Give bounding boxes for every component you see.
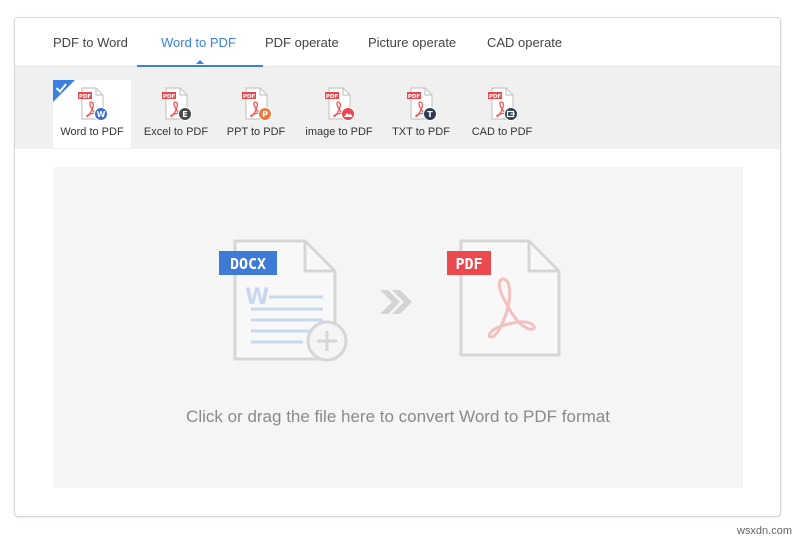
pdf-mini-tag: PDF — [489, 94, 502, 100]
pdf-mini-tag: PDF — [163, 94, 176, 100]
pdf-file-icon: PDF — [447, 239, 561, 357]
svg-text:E: E — [182, 110, 187, 119]
svg-text:P: P — [262, 110, 268, 119]
tool-label: image to PDF — [305, 126, 373, 138]
w-letter-icon: W — [245, 285, 269, 310]
selected-check-icon — [53, 80, 75, 102]
pdf-mini-tag: PDF — [79, 94, 92, 100]
tool-label: Word to PDF — [60, 126, 124, 138]
pdf-mini-tag: PDF — [326, 94, 339, 100]
cad-to-pdf-icon: PDF — [488, 87, 518, 121]
tool-ppt-to-pdf[interactable]: PDF P PPT to PDF — [217, 80, 295, 148]
tool-label: PPT to PDF — [226, 126, 286, 138]
docx-file-icon: DOCX W — [219, 239, 348, 362]
tool-txt-to-pdf[interactable]: PDF T TXT to PDF — [382, 80, 460, 148]
watermark: wsxdn.com — [736, 525, 792, 537]
main-tab-bar: PDF to Word Word to PDF PDF operate Pict… — [15, 18, 780, 67]
svg-text:T: T — [427, 110, 433, 119]
docx-tag: DOCX — [230, 255, 266, 273]
word-to-pdf-icon: PDF W — [78, 87, 108, 121]
tool-word-to-pdf[interactable]: PDF W Word to PDF — [53, 80, 131, 148]
tool-label: TXT to PDF — [392, 126, 450, 138]
pdf-mini-tag: PDF — [408, 94, 421, 100]
tool-image-to-pdf[interactable]: PDF image to PDF — [300, 80, 378, 148]
active-tab-caret — [196, 60, 204, 64]
ppt-to-pdf-icon: PDF P — [242, 87, 272, 121]
converter-window: PDF to Word Word to PDF PDF operate Pict… — [14, 17, 781, 517]
double-chevron-right-icon — [380, 290, 412, 314]
drop-instruction: Click or drag the file here to convert W… — [186, 407, 610, 426]
tab-picture-operate[interactable]: Picture operate — [368, 18, 456, 67]
tool-label: Excel to PDF — [143, 126, 209, 138]
tool-cad-to-pdf[interactable]: PDF CAD to PDF — [463, 80, 541, 148]
excel-to-pdf-icon: PDF E — [162, 87, 192, 121]
tab-pdf-operate[interactable]: PDF operate — [265, 18, 339, 67]
image-to-pdf-icon: PDF — [325, 87, 355, 121]
tab-cad-operate[interactable]: CAD operate — [487, 18, 562, 67]
svg-text:W: W — [97, 110, 106, 119]
tool-label: CAD to PDF — [471, 126, 533, 138]
pdf-mini-tag: PDF — [243, 94, 256, 100]
pdf-tag: PDF — [455, 255, 482, 273]
tab-pdf-to-word[interactable]: PDF to Word — [53, 18, 128, 67]
file-drop-zone[interactable]: DOCX W PDF Click or drag the file here t… — [53, 167, 743, 488]
tool-excel-to-pdf[interactable]: PDF E Excel to PDF — [137, 80, 215, 148]
tool-toolbar: PDF W Word to PDF PDF E Excel to PDF PDF P … — [15, 67, 780, 149]
txt-to-pdf-icon: PDF T — [407, 87, 437, 121]
